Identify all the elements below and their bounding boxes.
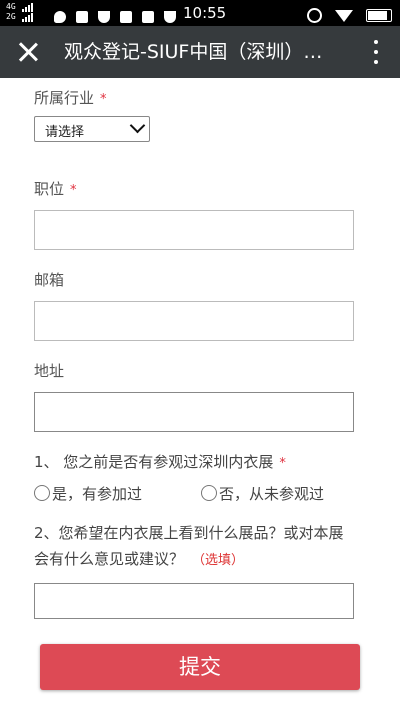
- more-options-icon[interactable]: [366, 38, 386, 66]
- required-mark: *: [70, 183, 77, 198]
- radio-option-no-label: 否，从未参观过: [219, 485, 325, 503]
- submit-button[interactable]: 提交: [40, 644, 360, 690]
- email-label: 邮箱: [34, 271, 65, 289]
- shield-icon: [98, 10, 111, 23]
- radio-option-yes[interactable]: 是，有参加过: [34, 483, 142, 504]
- wifi-icon: [334, 9, 353, 22]
- required-mark: *: [100, 92, 107, 107]
- address-label: 地址: [34, 362, 65, 380]
- question1-label: 1、 您之前是否有参观过深圳内衣展 *: [34, 449, 286, 477]
- question2-line1: 2、您希望在内衣展上看到什么展品？或对本展: [34, 524, 344, 542]
- signal-icon: [22, 12, 34, 22]
- status-bar: 4G 2G 10:55: [0, 0, 400, 26]
- position-label-text: 职位: [34, 180, 65, 198]
- position-field[interactable]: [34, 210, 354, 250]
- industry-select[interactable]: 请选择: [34, 116, 150, 142]
- network-type-top: 4G: [6, 2, 16, 11]
- chat-icon: [54, 10, 66, 23]
- alarm-icon: [306, 8, 322, 23]
- industry-select-value: 请选择: [45, 125, 85, 140]
- notification-icons: [54, 6, 181, 25]
- question2-label: 2、您希望在内衣展上看到什么展品？或对本展 会有什么意见或建议？ （选填）: [34, 520, 344, 574]
- app-header: 观众登记-SIUF中国（深圳）…: [0, 26, 400, 78]
- email-field[interactable]: [34, 301, 354, 341]
- optional-hint: （选填）: [192, 553, 245, 568]
- close-icon[interactable]: [12, 36, 44, 68]
- shield-icon: [164, 10, 177, 23]
- mail-icon: [120, 10, 133, 23]
- industry-label-text: 所属行业: [34, 89, 95, 107]
- chevron-down-icon: [129, 117, 146, 134]
- battery-icon: [366, 9, 392, 22]
- android-icon: [142, 10, 155, 23]
- radio-icon[interactable]: [201, 485, 217, 501]
- signal-icon: [22, 2, 34, 12]
- calendar-icon: [76, 10, 89, 23]
- network-indicator: 4G 2G: [6, 2, 34, 22]
- radio-icon[interactable]: [34, 485, 50, 501]
- position-label: 职位 *: [34, 178, 77, 199]
- address-field[interactable]: [34, 392, 354, 432]
- suggestion-field[interactable]: [34, 583, 354, 619]
- radio-option-yes-label: 是，有参加过: [52, 485, 143, 503]
- radio-option-no[interactable]: 否，从未参观过: [201, 483, 324, 504]
- network-type-bottom: 2G: [6, 12, 16, 21]
- industry-label: 所属行业 *: [34, 87, 107, 108]
- required-mark: *: [279, 456, 286, 471]
- page-title: 观众登记-SIUF中国（深圳）…: [64, 41, 323, 63]
- clock: 10:55: [183, 4, 227, 22]
- question2-line2: 会有什么意见或建议？: [34, 550, 185, 568]
- question1-text: 1、 您之前是否有参观过深圳内衣展: [34, 453, 274, 471]
- system-icons: [306, 5, 392, 24]
